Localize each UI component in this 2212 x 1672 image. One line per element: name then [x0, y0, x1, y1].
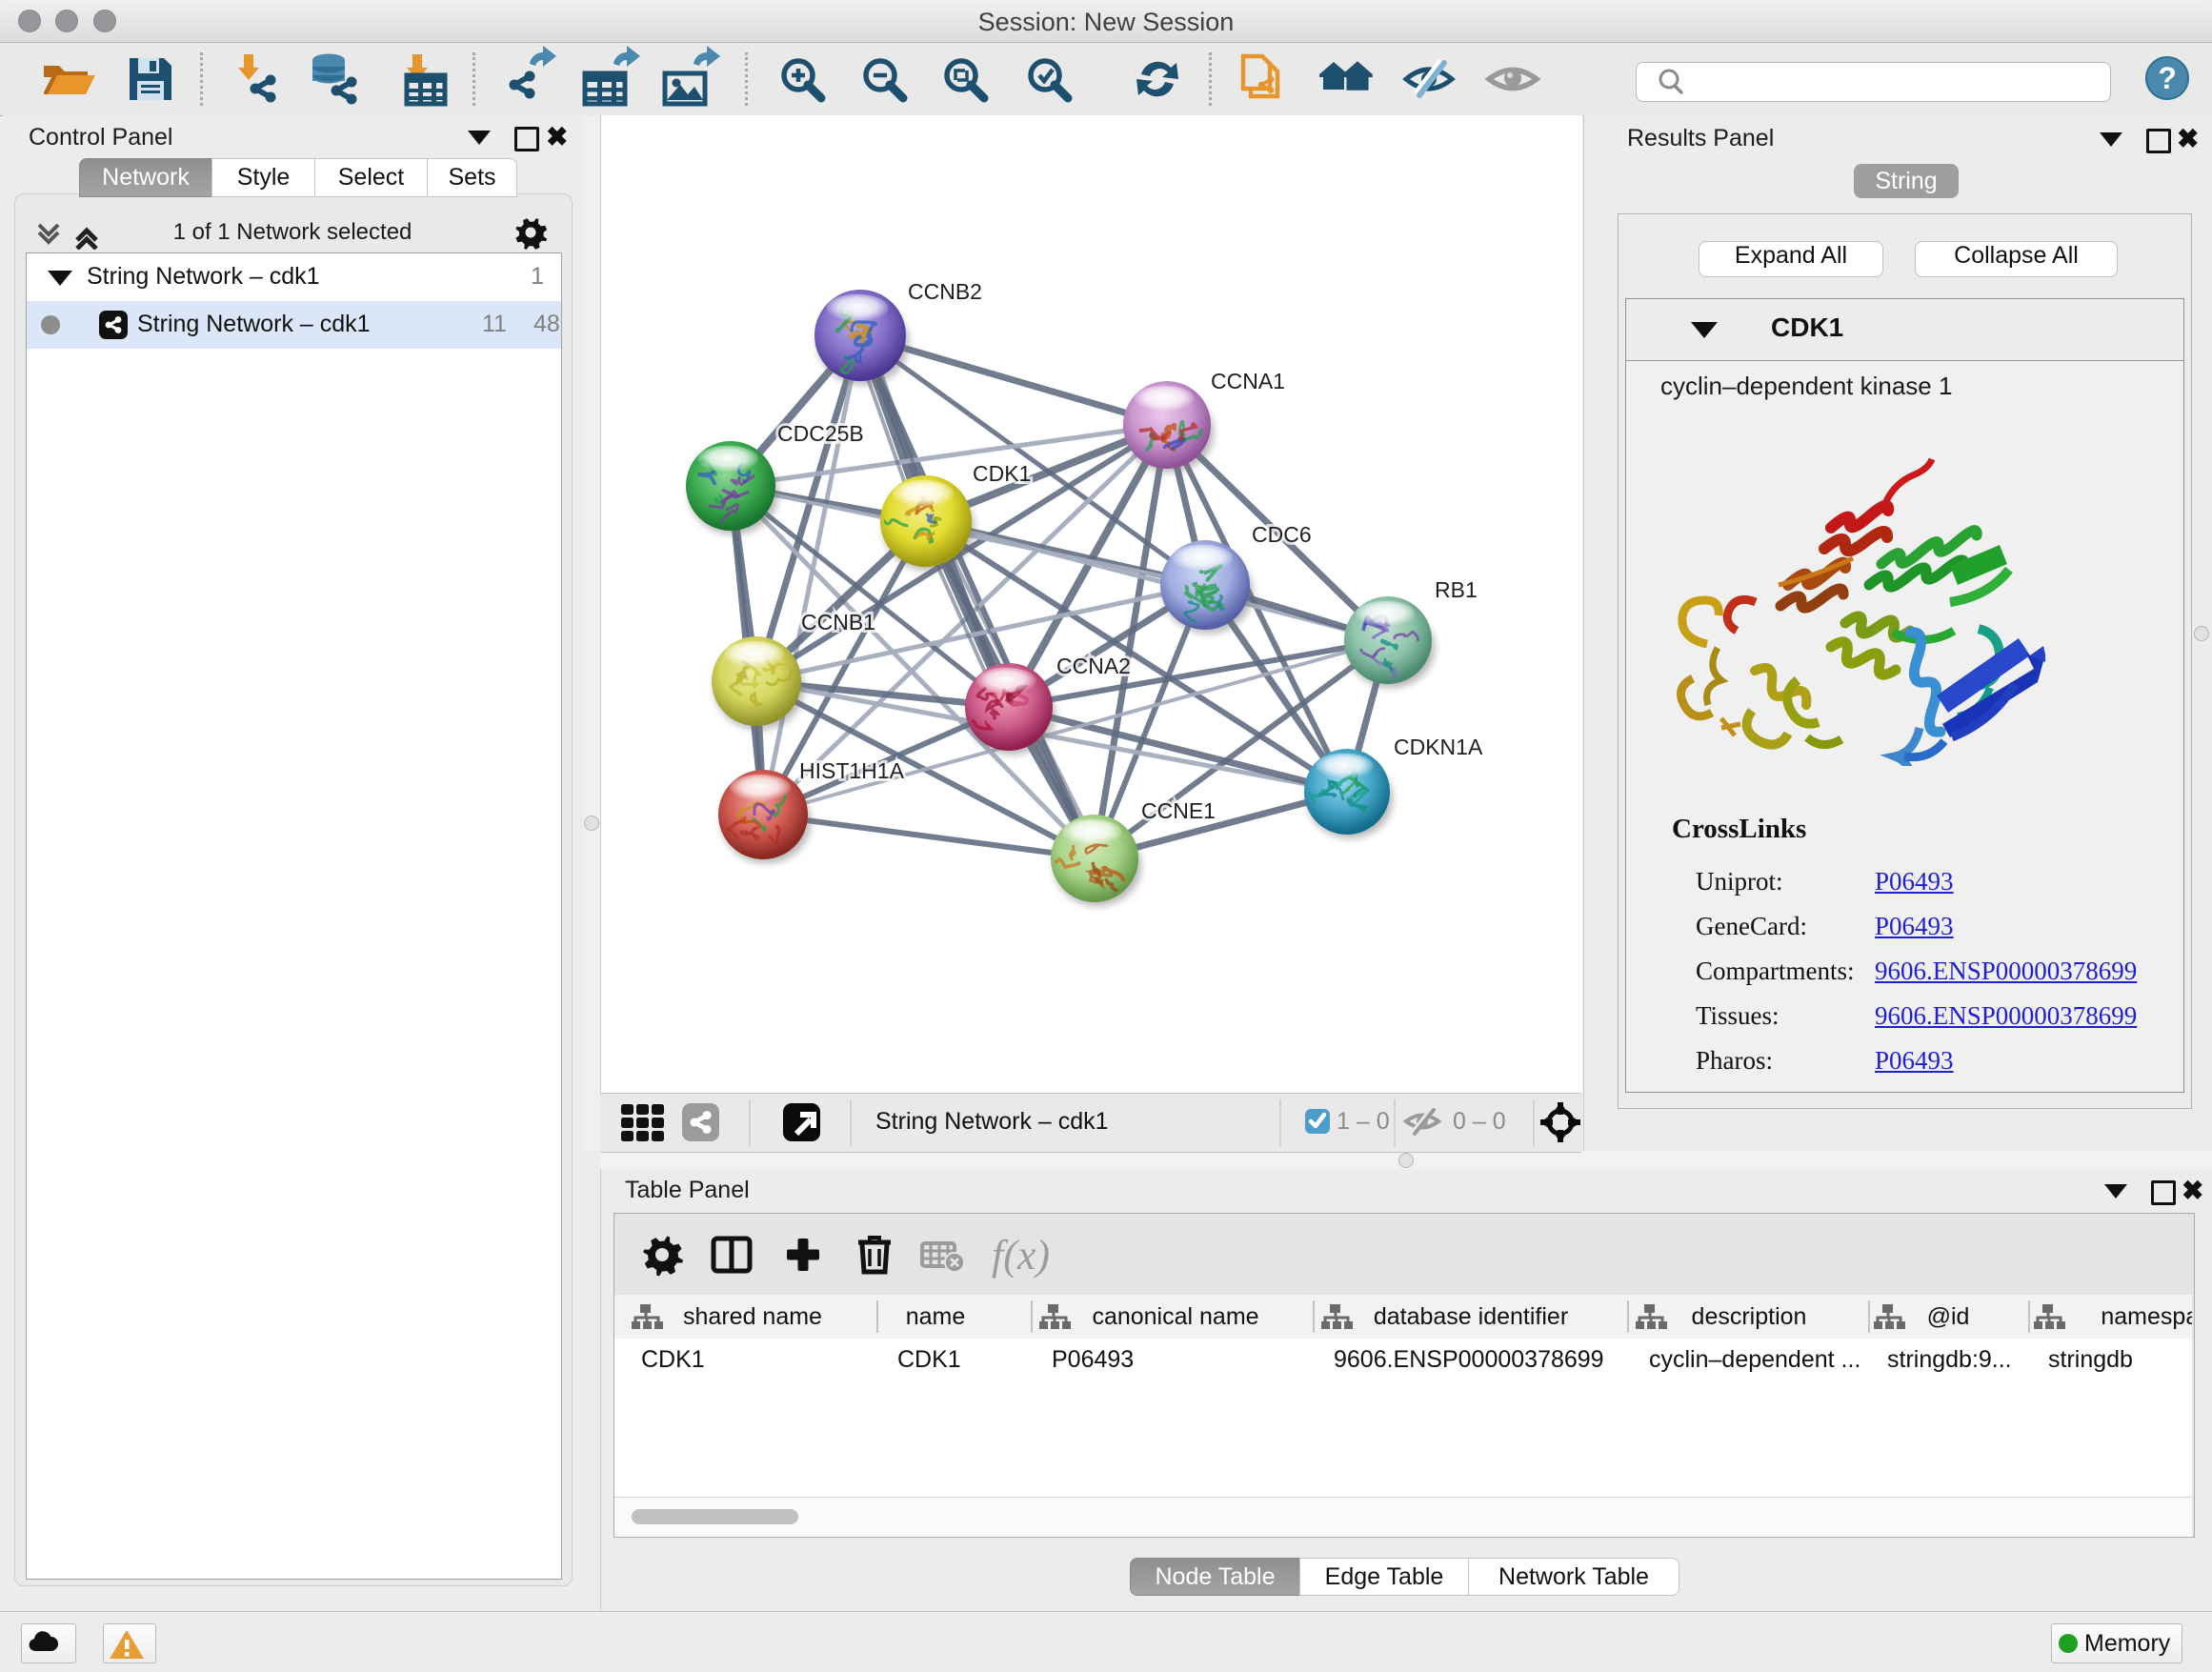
svg-text:f(x): f(x): [992, 1232, 1050, 1279]
svg-text:CDC25B: CDC25B: [777, 421, 864, 446]
svg-text:CDKN1A: CDKN1A: [1394, 735, 1483, 759]
svg-text:HIST1H1A: HIST1H1A: [799, 758, 905, 783]
svg-text:CCNA1: CCNA1: [1211, 369, 1285, 393]
svg-text:CCNE1: CCNE1: [1141, 798, 1216, 823]
svg-text:shared name: shared name: [683, 1303, 822, 1330]
svg-text:name: name: [906, 1303, 966, 1330]
svg-text:canonical name: canonical name: [1092, 1303, 1258, 1330]
svg-text:CCNB1: CCNB1: [801, 610, 875, 635]
svg-text:CDC6: CDC6: [1252, 522, 1312, 547]
svg-text:CDK1: CDK1: [973, 461, 1031, 486]
svg-text:@id: @id: [1927, 1303, 1970, 1330]
svg-text:CCNA2: CCNA2: [1056, 654, 1131, 678]
svg-text:namespace: namespace: [2101, 1303, 2192, 1330]
svg-text:?: ?: [2158, 61, 2177, 95]
svg-text:description: description: [1692, 1303, 1807, 1330]
svg-text:database identifier: database identifier: [1374, 1303, 1568, 1330]
svg-text:CCNB2: CCNB2: [908, 279, 982, 304]
svg-text:RB1: RB1: [1435, 577, 1478, 602]
